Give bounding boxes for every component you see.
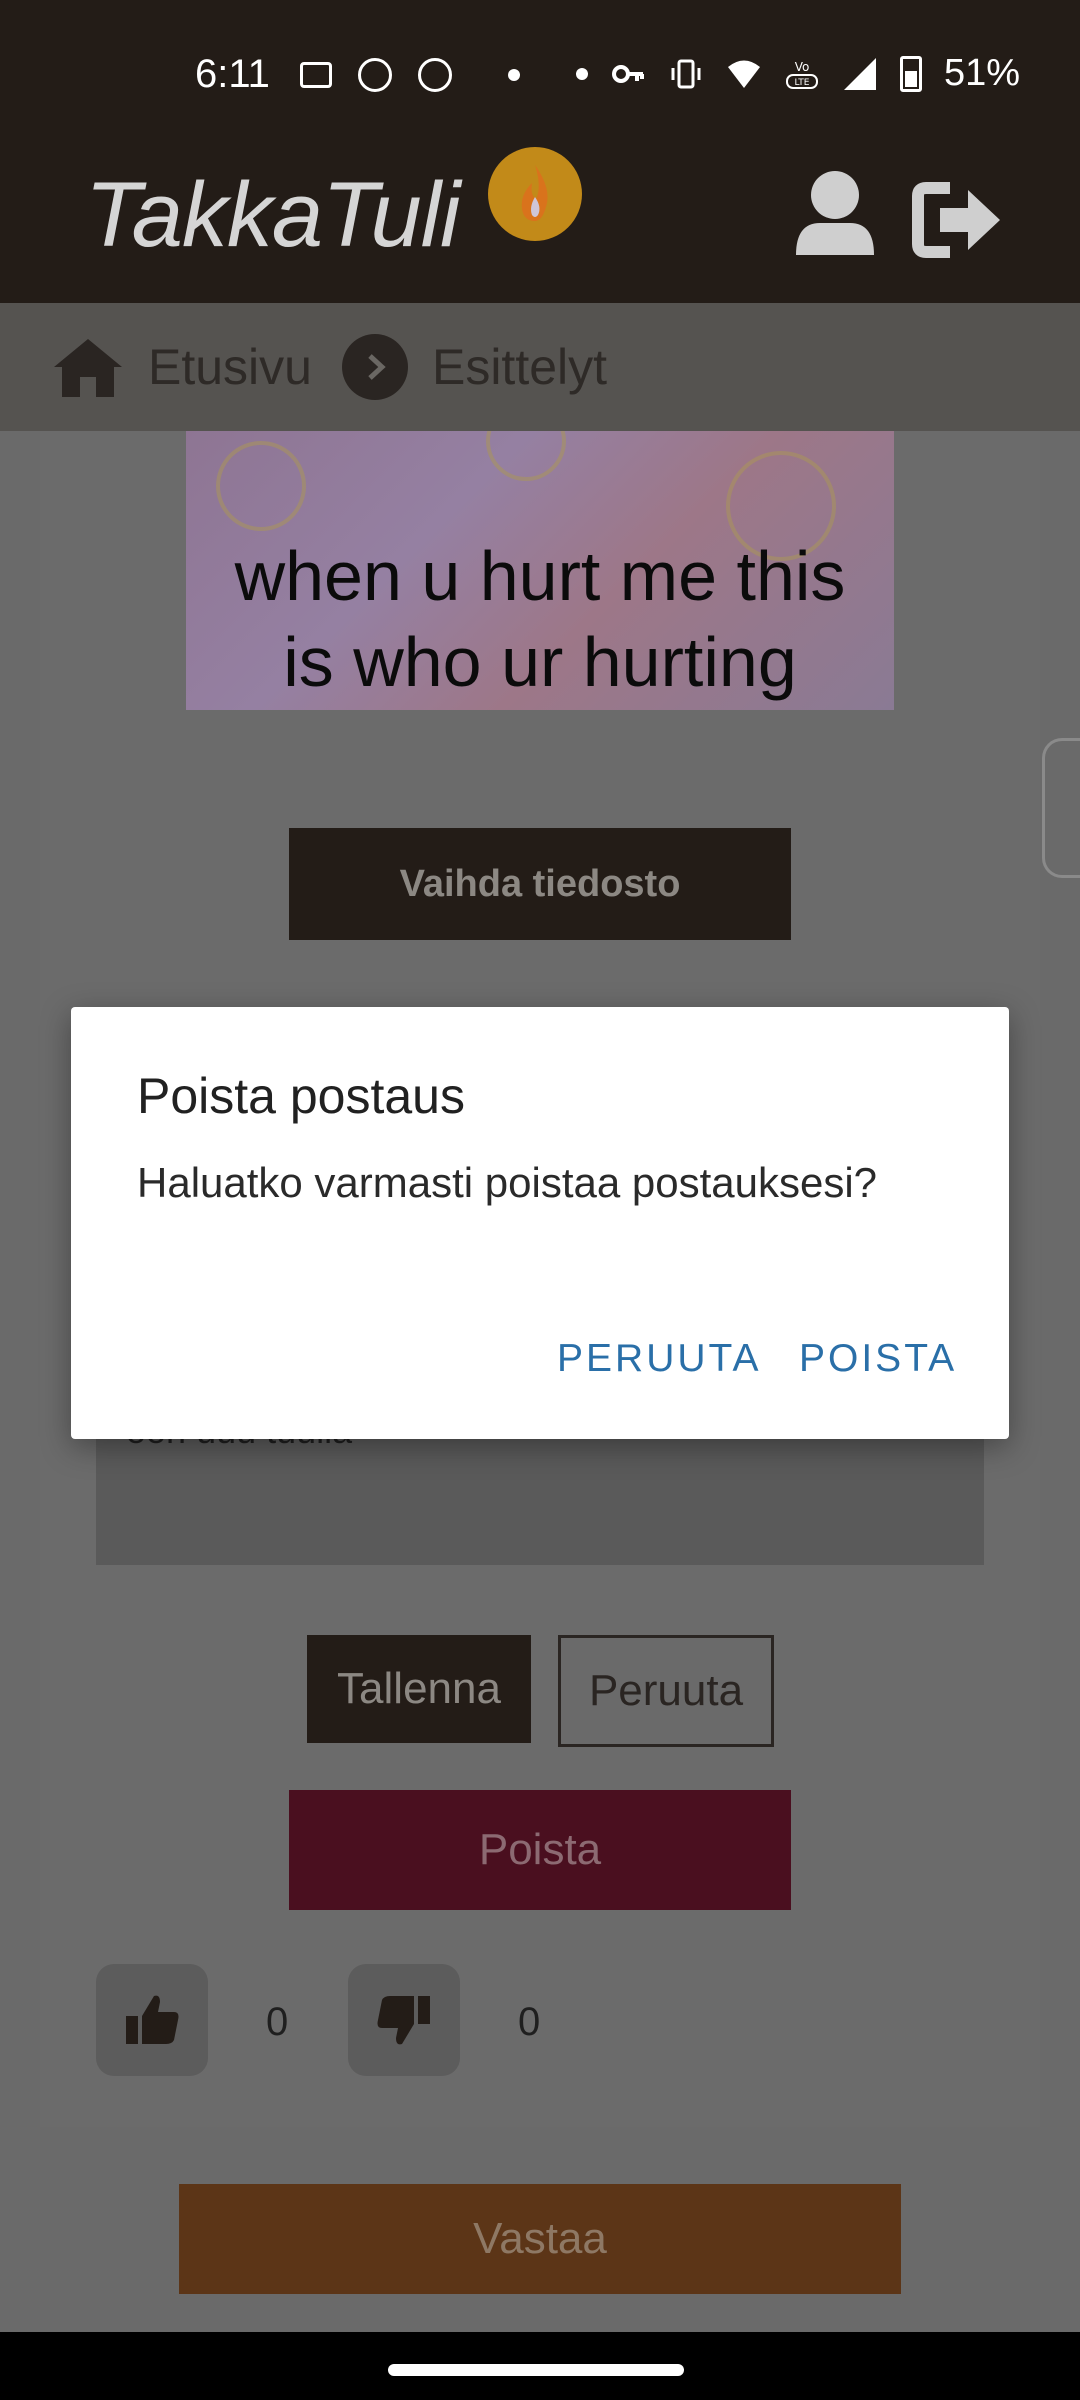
dislike-button[interactable] (348, 1964, 460, 2076)
cancel-edit-button[interactable]: Peruuta (558, 1635, 774, 1747)
change-file-button[interactable]: Vaihda tiedosto (289, 828, 791, 940)
more-notifications-icon (508, 69, 520, 81)
dialog-delete-button[interactable]: POISTA (799, 1337, 957, 1381)
wifi-icon (727, 60, 760, 88)
reply-button[interactable]: Vastaa (179, 2184, 901, 2294)
star-decoration (486, 431, 566, 481)
delete-post-button[interactable]: Poista (289, 1790, 791, 1910)
status-bar: 6:11 Vo LTE 51% (0, 0, 1080, 150)
dot-icon (575, 67, 588, 80)
post-image: when u hurt me this is who ur hurting (186, 431, 894, 710)
app-notification-icon (358, 58, 392, 92)
dialog-cancel-button[interactable]: PERUUTA (557, 1337, 761, 1381)
system-icons: Vo LTE 51% (575, 52, 1020, 95)
save-button[interactable]: Tallenna (307, 1635, 531, 1743)
breadcrumb-current[interactable]: Esittelyt (432, 338, 607, 396)
image-caption-line: when u hurt me this (234, 537, 846, 615)
app-screen: 6:11 Vo LTE 51% TakkaTuli Etusivu Esitte… (0, 0, 1080, 2400)
notification-icons (300, 58, 520, 92)
dialog-message: Haluatko varmasti poistaa postauksesi? (137, 1159, 878, 1206)
thumbs-down-icon (377, 1996, 430, 2045)
vibrate-icon (671, 59, 701, 88)
flame-logo-icon (488, 147, 582, 241)
image-caption-line: is who ur hurting (283, 623, 797, 701)
signal-icon (843, 57, 876, 90)
svg-text:LTE: LTE (794, 78, 809, 88)
breadcrumb: Etusivu Esittelyt (0, 303, 1080, 431)
home-gesture-handle[interactable] (388, 2364, 684, 2376)
logout-icon[interactable] (910, 150, 1010, 290)
dislike-count: 0 (518, 2000, 541, 2044)
delete-confirm-dialog: Poista postaus Haluatko varmasti poistaa… (71, 1007, 1009, 1439)
moon-decoration (216, 441, 306, 531)
like-count: 0 (266, 2000, 289, 2044)
like-button[interactable] (96, 1964, 208, 2076)
edge-panel-handle[interactable] (1042, 738, 1080, 878)
battery-percent: 51% (943, 52, 1020, 94)
home-icon[interactable] (52, 335, 124, 399)
user-profile-icon[interactable] (790, 150, 880, 290)
volte-icon: Vo LTE (785, 60, 818, 89)
image-notification-icon (300, 62, 332, 88)
image-caption: when u hurt me this is who ur hurting (186, 533, 894, 705)
chevron-right-icon (341, 334, 408, 400)
status-time: 6:11 (195, 52, 270, 96)
battery-icon (899, 55, 922, 92)
breadcrumb-home-link[interactable]: Etusivu (148, 338, 312, 396)
app-logo[interactable]: TakkaTuli (85, 150, 460, 280)
dialog-title: Poista postaus (137, 1068, 465, 1124)
thumbs-up-icon (126, 1995, 179, 2044)
svg-text:Vo: Vo (795, 60, 810, 74)
vpn-key-icon (611, 64, 644, 83)
app-notification-icon (418, 58, 452, 92)
